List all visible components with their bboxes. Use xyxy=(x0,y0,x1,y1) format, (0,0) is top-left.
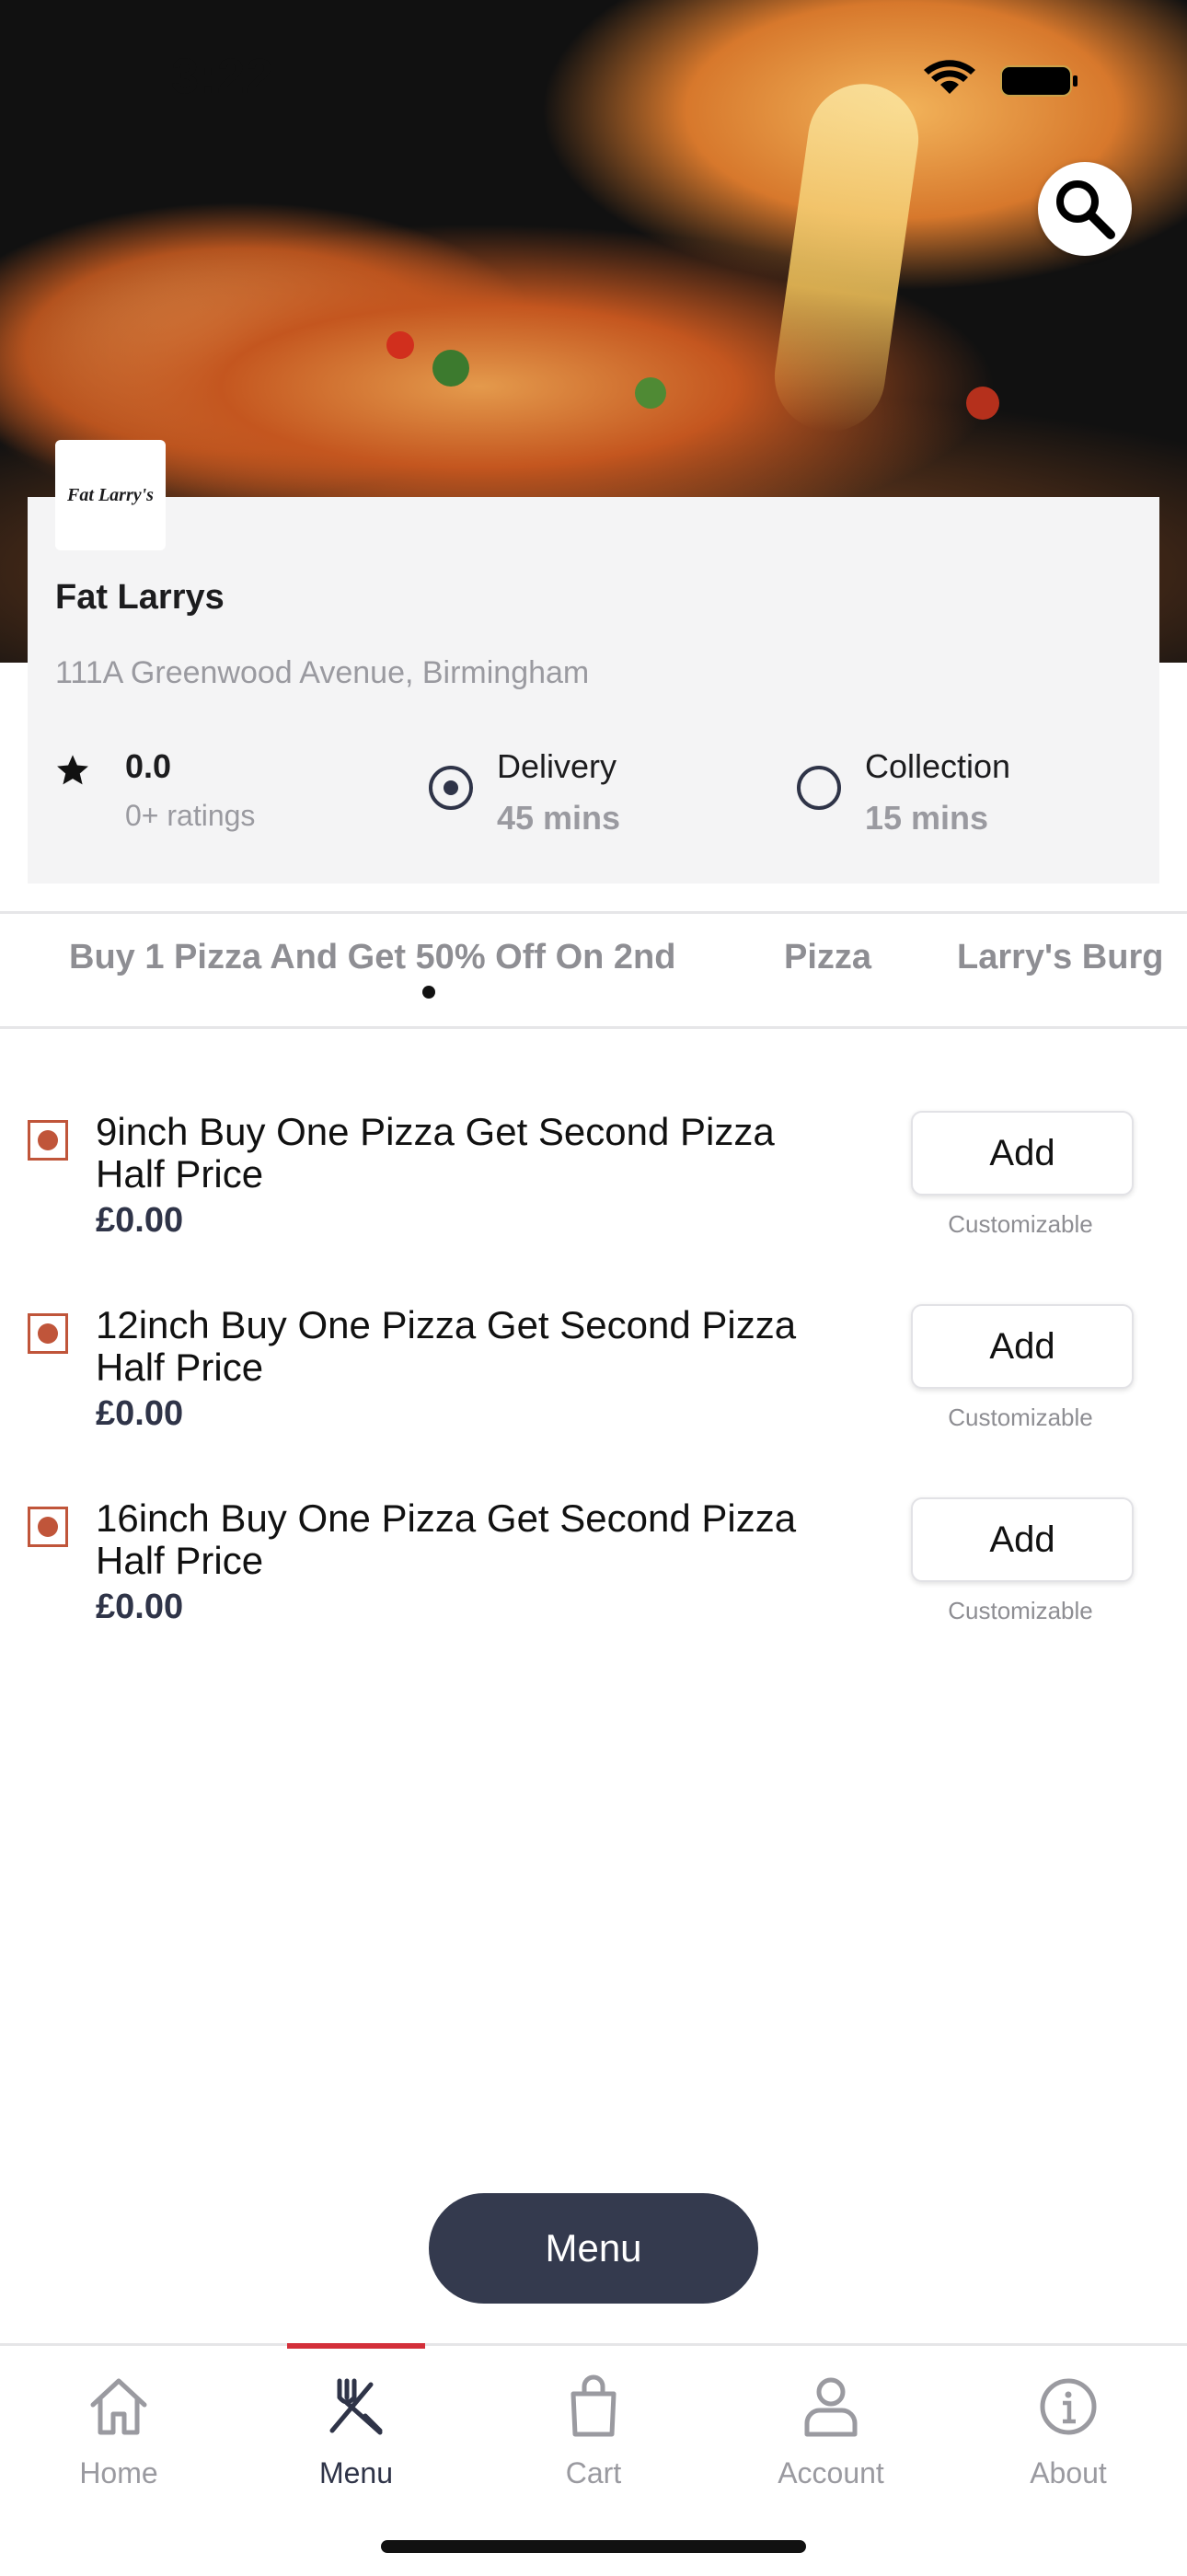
restaurant-address: 111A Greenwood Avenue, Birmingham xyxy=(55,655,590,690)
wifi-icon xyxy=(924,60,975,94)
customizable-label: Customizable xyxy=(948,1597,1093,1624)
customizable-label: Customizable xyxy=(948,1404,1093,1431)
menu-item: 9inch Buy One Pizza Get Second Pizza Hal… xyxy=(0,1111,1187,1286)
home-icon xyxy=(90,2378,147,2435)
menu-item-price: £0.00 xyxy=(96,1588,184,1626)
category-tabs: Buy 1 Pizza And Get 50% Off On 2nd Pizza… xyxy=(0,911,1187,1029)
hero-topping xyxy=(432,350,469,387)
nav-cart-label: Cart xyxy=(565,2456,622,2489)
shopping-bag-icon xyxy=(570,2374,617,2437)
menu-item-price: £0.00 xyxy=(96,1394,184,1433)
search-icon xyxy=(1056,180,1115,239)
hero-pizza-cheese xyxy=(767,76,926,439)
collection-time: 15 mins xyxy=(865,799,989,837)
hero-topping xyxy=(386,331,414,359)
menu-item-price: £0.00 xyxy=(96,1201,184,1240)
nav-about-label: About xyxy=(1030,2456,1107,2489)
customizable-label: Customizable xyxy=(948,1210,1093,1238)
nav-account[interactable]: Account xyxy=(712,2364,950,2502)
ratings-count: 0+ ratings xyxy=(125,799,256,832)
restaurant-logo: Fat Larry's xyxy=(55,440,166,550)
active-nav-indicator xyxy=(287,2343,425,2349)
collection-radio[interactable] xyxy=(797,766,841,810)
restaurant-info-card: Fat Larry's Fat Larrys 111A Greenwood Av… xyxy=(28,440,1159,884)
add-button[interactable]: Add xyxy=(911,1111,1134,1196)
menu-item: 12inch Buy One Pizza Get Second Pizza Ha… xyxy=(0,1304,1187,1479)
delivery-time: 45 mins xyxy=(497,799,621,837)
tab-buy-1-pizza[interactable]: Buy 1 Pizza And Get 50% Off On 2nd xyxy=(69,938,675,977)
nav-home[interactable]: Home xyxy=(0,2364,237,2502)
nav-menu[interactable]: Menu xyxy=(237,2364,475,2502)
active-tab-indicator xyxy=(422,986,435,999)
menu-floating-button[interactable]: Menu xyxy=(429,2193,758,2304)
search-button[interactable] xyxy=(1038,162,1132,256)
hero-topping xyxy=(635,377,666,409)
tab-larrys-burgers[interactable]: Larry's Burg xyxy=(957,938,1163,977)
restaurant-name: Fat Larrys xyxy=(55,578,225,617)
menu-item-name: 16inch Buy One Pizza Get Second Pizza Ha… xyxy=(96,1496,797,1582)
rating-value: 0.0 xyxy=(125,747,172,785)
nav-about[interactable]: About xyxy=(950,2364,1187,2502)
collection-label: Collection xyxy=(865,747,1011,785)
user-icon xyxy=(804,2377,858,2437)
menu-item-name: 9inch Buy One Pizza Get Second Pizza Hal… xyxy=(96,1110,775,1196)
battery-icon xyxy=(1000,65,1072,97)
delivery-radio[interactable] xyxy=(429,766,473,810)
delivery-label: Delivery xyxy=(497,747,617,785)
fork-knife-icon xyxy=(329,2378,383,2435)
hero-topping xyxy=(966,387,999,420)
home-indicator[interactable] xyxy=(381,2540,806,2553)
food-type-marker xyxy=(28,1120,68,1161)
nav-menu-label: Menu xyxy=(318,2456,394,2489)
nav-home-label: Home xyxy=(79,2456,158,2489)
menu-item-name: 12inch Buy One Pizza Get Second Pizza Ha… xyxy=(96,1303,797,1389)
nav-cart[interactable]: Cart xyxy=(475,2364,712,2502)
food-type-marker xyxy=(28,1313,68,1354)
tab-pizza[interactable]: Pizza xyxy=(784,938,871,977)
star-icon xyxy=(57,755,88,785)
food-type-marker xyxy=(28,1507,68,1547)
status-icons xyxy=(924,60,1078,97)
nav-account-label: Account xyxy=(778,2456,884,2489)
info-icon xyxy=(1040,2378,1097,2435)
add-button[interactable]: Add xyxy=(911,1304,1134,1389)
menu-item: 16inch Buy One Pizza Get Second Pizza Ha… xyxy=(0,1497,1187,1672)
status-time: 3:22 xyxy=(171,49,275,104)
add-button[interactable]: Add xyxy=(911,1497,1134,1582)
